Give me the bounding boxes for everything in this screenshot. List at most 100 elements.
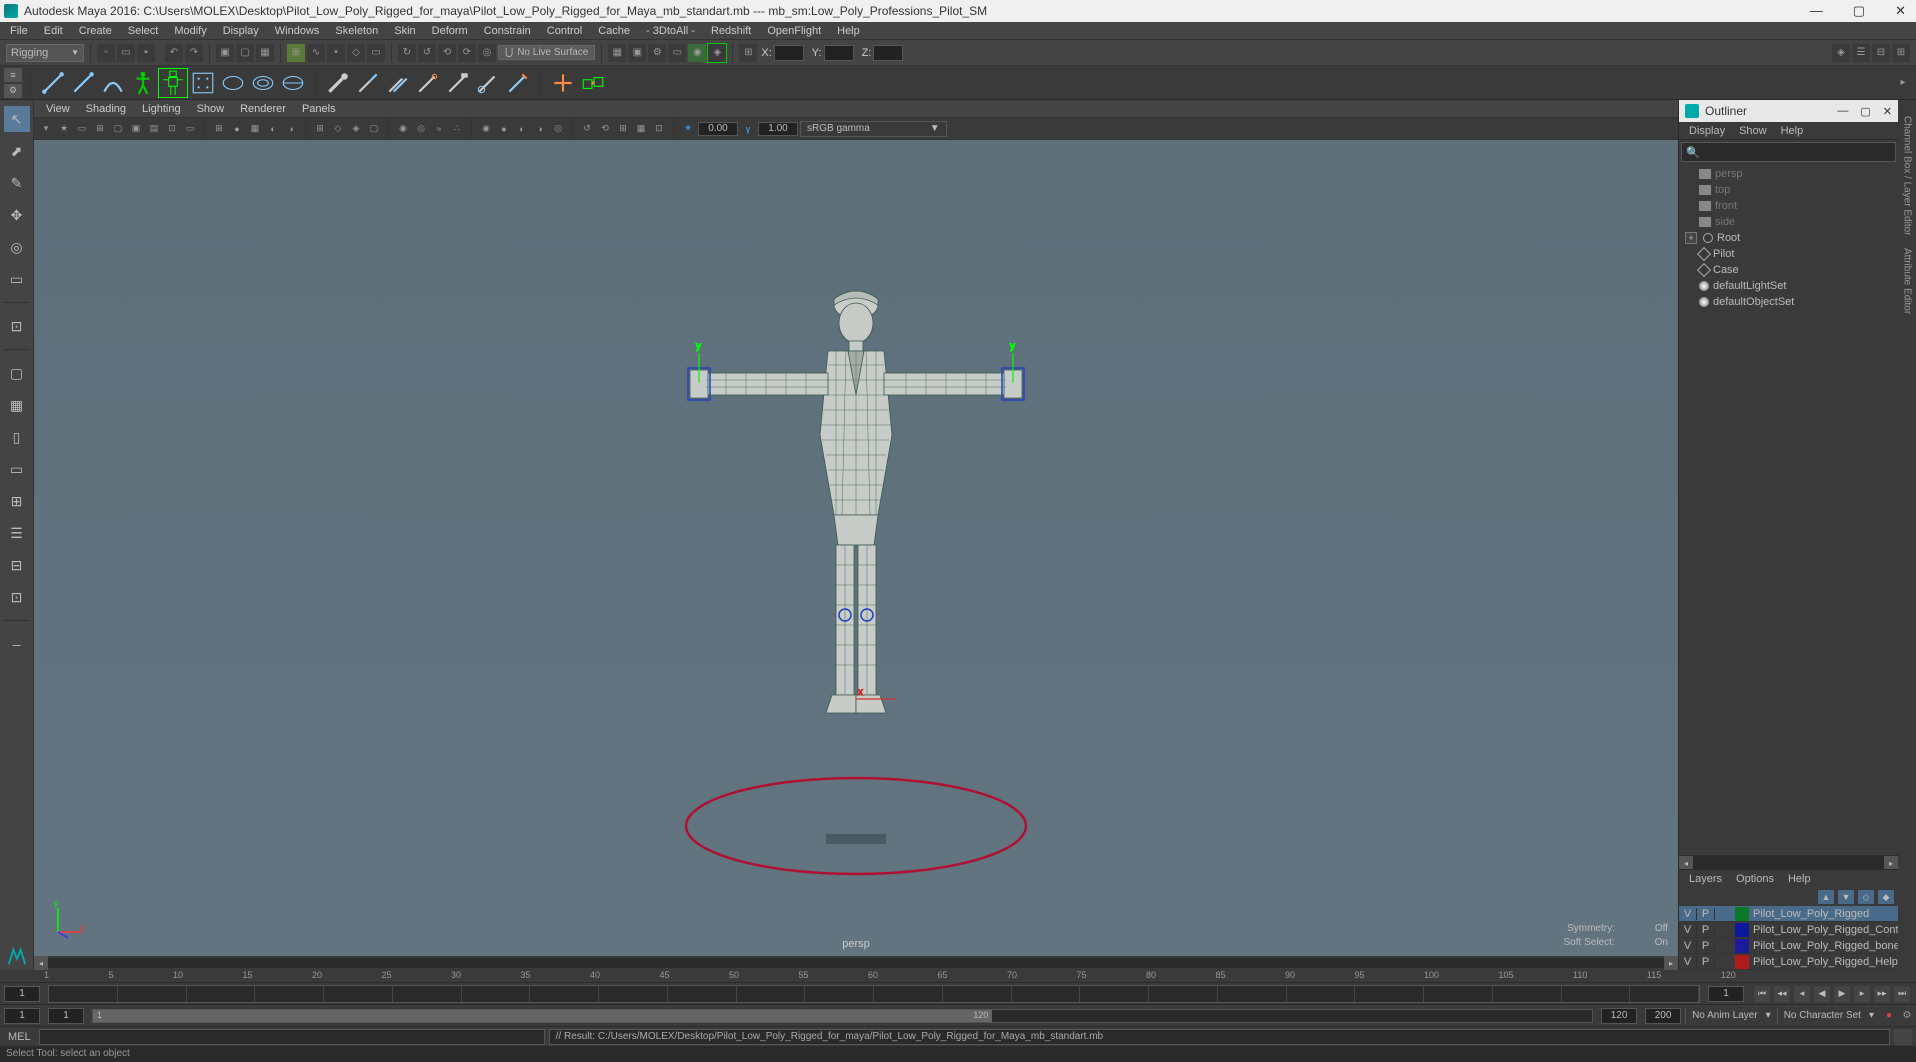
render-settings-icon[interactable]: ⚙: [648, 44, 666, 62]
panel-menu-renderer[interactable]: Renderer: [234, 102, 292, 116]
construction-history-icon[interactable]: ↻: [398, 44, 416, 62]
panel-menu-shading[interactable]: Shading: [80, 102, 132, 116]
script-editor-button[interactable]: [1894, 1029, 1912, 1045]
character-set-dropdown[interactable]: No Character Set▾: [1777, 1008, 1880, 1024]
layer-visibility-toggle[interactable]: V: [1679, 940, 1697, 952]
select-tool[interactable]: ↖: [4, 106, 30, 132]
hq-render-icon[interactable]: ◉: [395, 121, 411, 137]
single-pane-layout[interactable]: ▢: [4, 360, 30, 386]
playback-end-field[interactable]: 120: [1601, 1008, 1637, 1024]
copy-weights-icon[interactable]: [384, 69, 412, 97]
coord-x-input[interactable]: [774, 45, 804, 61]
outliner-item-objectset[interactable]: defaultObjectSet: [1681, 294, 1896, 310]
gate-mask-icon[interactable]: ▤: [146, 121, 162, 137]
safe-action-icon[interactable]: ▭: [182, 121, 198, 137]
step-back-key-button[interactable]: ◂◂: [1774, 986, 1790, 1002]
layer-visibility-toggle[interactable]: V: [1679, 924, 1697, 936]
outliner-item-root[interactable]: +Root: [1681, 230, 1896, 246]
playback-start-field[interactable]: 1: [48, 1008, 84, 1024]
back-cull-icon[interactable]: ↺: [579, 121, 595, 137]
range-end-field[interactable]: 200: [1645, 1008, 1681, 1024]
textured-icon[interactable]: ▦: [247, 121, 263, 137]
snap-plane-icon[interactable]: ◇: [347, 44, 365, 62]
outliner-search-input[interactable]: 🔍: [1681, 142, 1896, 162]
snap-curve-icon[interactable]: ∿: [307, 44, 325, 62]
prune-weights-icon[interactable]: [414, 69, 442, 97]
layer-color-swatch[interactable]: [1735, 907, 1749, 921]
three-pane-layout[interactable]: ⊞: [4, 488, 30, 514]
layer-row[interactable]: V P Pilot_Low_Poly_Rigged_Helpers: [1679, 954, 1898, 970]
gamma-field[interactable]: 1.00: [758, 122, 798, 136]
play-forward-button[interactable]: ▶: [1834, 986, 1850, 1002]
reflections-icon[interactable]: ◎: [550, 121, 566, 137]
menu-help[interactable]: Help: [829, 24, 868, 38]
constraint-point-icon[interactable]: [579, 69, 607, 97]
isolate-icon[interactable]: ▢: [366, 121, 382, 137]
dof-icon[interactable]: ◉: [478, 121, 494, 137]
tab-channel-box[interactable]: Channel Box / Layer Editor: [1900, 110, 1915, 242]
ik-handle-icon[interactable]: [69, 69, 97, 97]
window-minimize-button[interactable]: —: [1804, 3, 1829, 19]
outliner-item-top[interactable]: top: [1681, 182, 1896, 198]
undo-icon[interactable]: ↶: [165, 44, 183, 62]
playback-prefs-icon[interactable]: ⚙: [1898, 1007, 1916, 1025]
layer-row[interactable]: V P Pilot_Low_Poly_Rigged: [1679, 906, 1898, 922]
exposure-field[interactable]: 0.00: [698, 122, 738, 136]
outliner-menu-show[interactable]: Show: [1733, 124, 1773, 138]
layer-playback-toggle[interactable]: P: [1697, 924, 1715, 936]
outliner-item-case[interactable]: Case: [1681, 262, 1896, 278]
select-component-icon[interactable]: ▦: [256, 44, 274, 62]
last-tool[interactable]: ⊡: [4, 313, 30, 339]
select-hierarchy-icon[interactable]: ▣: [216, 44, 234, 62]
aa-icon[interactable]: ◑: [532, 121, 548, 137]
graph-layout[interactable]: ⊟: [4, 552, 30, 578]
gamma-icon[interactable]: γ: [740, 121, 756, 137]
anim-layer-dropdown[interactable]: No Anim Layer▾: [1685, 1008, 1777, 1024]
construction-history-3-icon[interactable]: ⟲: [438, 44, 456, 62]
live-surface-toggle[interactable]: ⋃ No Live Surface: [498, 45, 595, 60]
scroll-left-icon[interactable]: ◂: [34, 956, 48, 970]
command-input[interactable]: [39, 1029, 545, 1045]
outliner-item-persp[interactable]: persp: [1681, 166, 1896, 182]
constraint-parent-icon[interactable]: [549, 69, 577, 97]
menu-3dtoall[interactable]: - 3DtoAll -: [638, 24, 703, 38]
panel-menu-panels[interactable]: Panels: [296, 102, 342, 116]
motion-blur-icon[interactable]: ≈: [431, 121, 447, 137]
layer-row[interactable]: V P Pilot_Low_Poly_Rigged_bones: [1679, 938, 1898, 954]
soft-select-value[interactable]: On: [1655, 937, 1668, 948]
script-lang-label[interactable]: MEL: [0, 1031, 39, 1043]
mirror-weights-icon[interactable]: [354, 69, 382, 97]
save-scene-icon[interactable]: ▪: [137, 44, 155, 62]
menu-modify[interactable]: Modify: [166, 24, 214, 38]
menu-skeleton[interactable]: Skeleton: [327, 24, 386, 38]
range-handle[interactable]: 1 120: [93, 1010, 992, 1022]
outliner-item-side[interactable]: side: [1681, 214, 1896, 230]
scroll-right-icon[interactable]: ▸: [1884, 856, 1898, 870]
ik-spline-icon[interactable]: [99, 69, 127, 97]
go-end-button[interactable]: ⏭: [1894, 986, 1910, 1002]
hammer-weights-icon[interactable]: [444, 69, 472, 97]
menu-edit[interactable]: Edit: [36, 24, 71, 38]
two-sided-icon[interactable]: ⟲: [597, 121, 613, 137]
wireframe-on-shaded-icon[interactable]: ⊞: [312, 121, 328, 137]
viewport-3d[interactable]: y y x y x persp Symmetry: Off: [34, 140, 1678, 956]
outliner-layout[interactable]: ☰: [4, 520, 30, 546]
range-track[interactable]: 1 120: [92, 1009, 1593, 1023]
layer-color-swatch[interactable]: [1735, 955, 1749, 969]
menu-create[interactable]: Create: [71, 24, 120, 38]
smooth-shade-icon[interactable]: ●: [229, 121, 245, 137]
layer-up-icon[interactable]: ▲: [1818, 890, 1834, 904]
scroll-right-icon[interactable]: ▸: [1664, 956, 1678, 970]
construction-history-2-icon[interactable]: ↺: [418, 44, 436, 62]
hud-icon[interactable]: ⊡: [651, 121, 667, 137]
resolution-gate-icon[interactable]: ▣: [128, 121, 144, 137]
lasso-tool[interactable]: ⬈: [4, 138, 30, 164]
outliner-close-icon[interactable]: ✕: [1883, 105, 1892, 118]
tool-settings-toggle-icon[interactable]: ⊟: [1872, 44, 1890, 62]
smooth-bind-icon[interactable]: [219, 69, 247, 97]
menu-control[interactable]: Control: [539, 24, 590, 38]
window-maximize-button[interactable]: ▢: [1847, 3, 1871, 19]
scroll-left-icon[interactable]: ◂: [1679, 856, 1693, 870]
menu-skin[interactable]: Skin: [386, 24, 423, 38]
flood-weights-icon[interactable]: [504, 69, 532, 97]
